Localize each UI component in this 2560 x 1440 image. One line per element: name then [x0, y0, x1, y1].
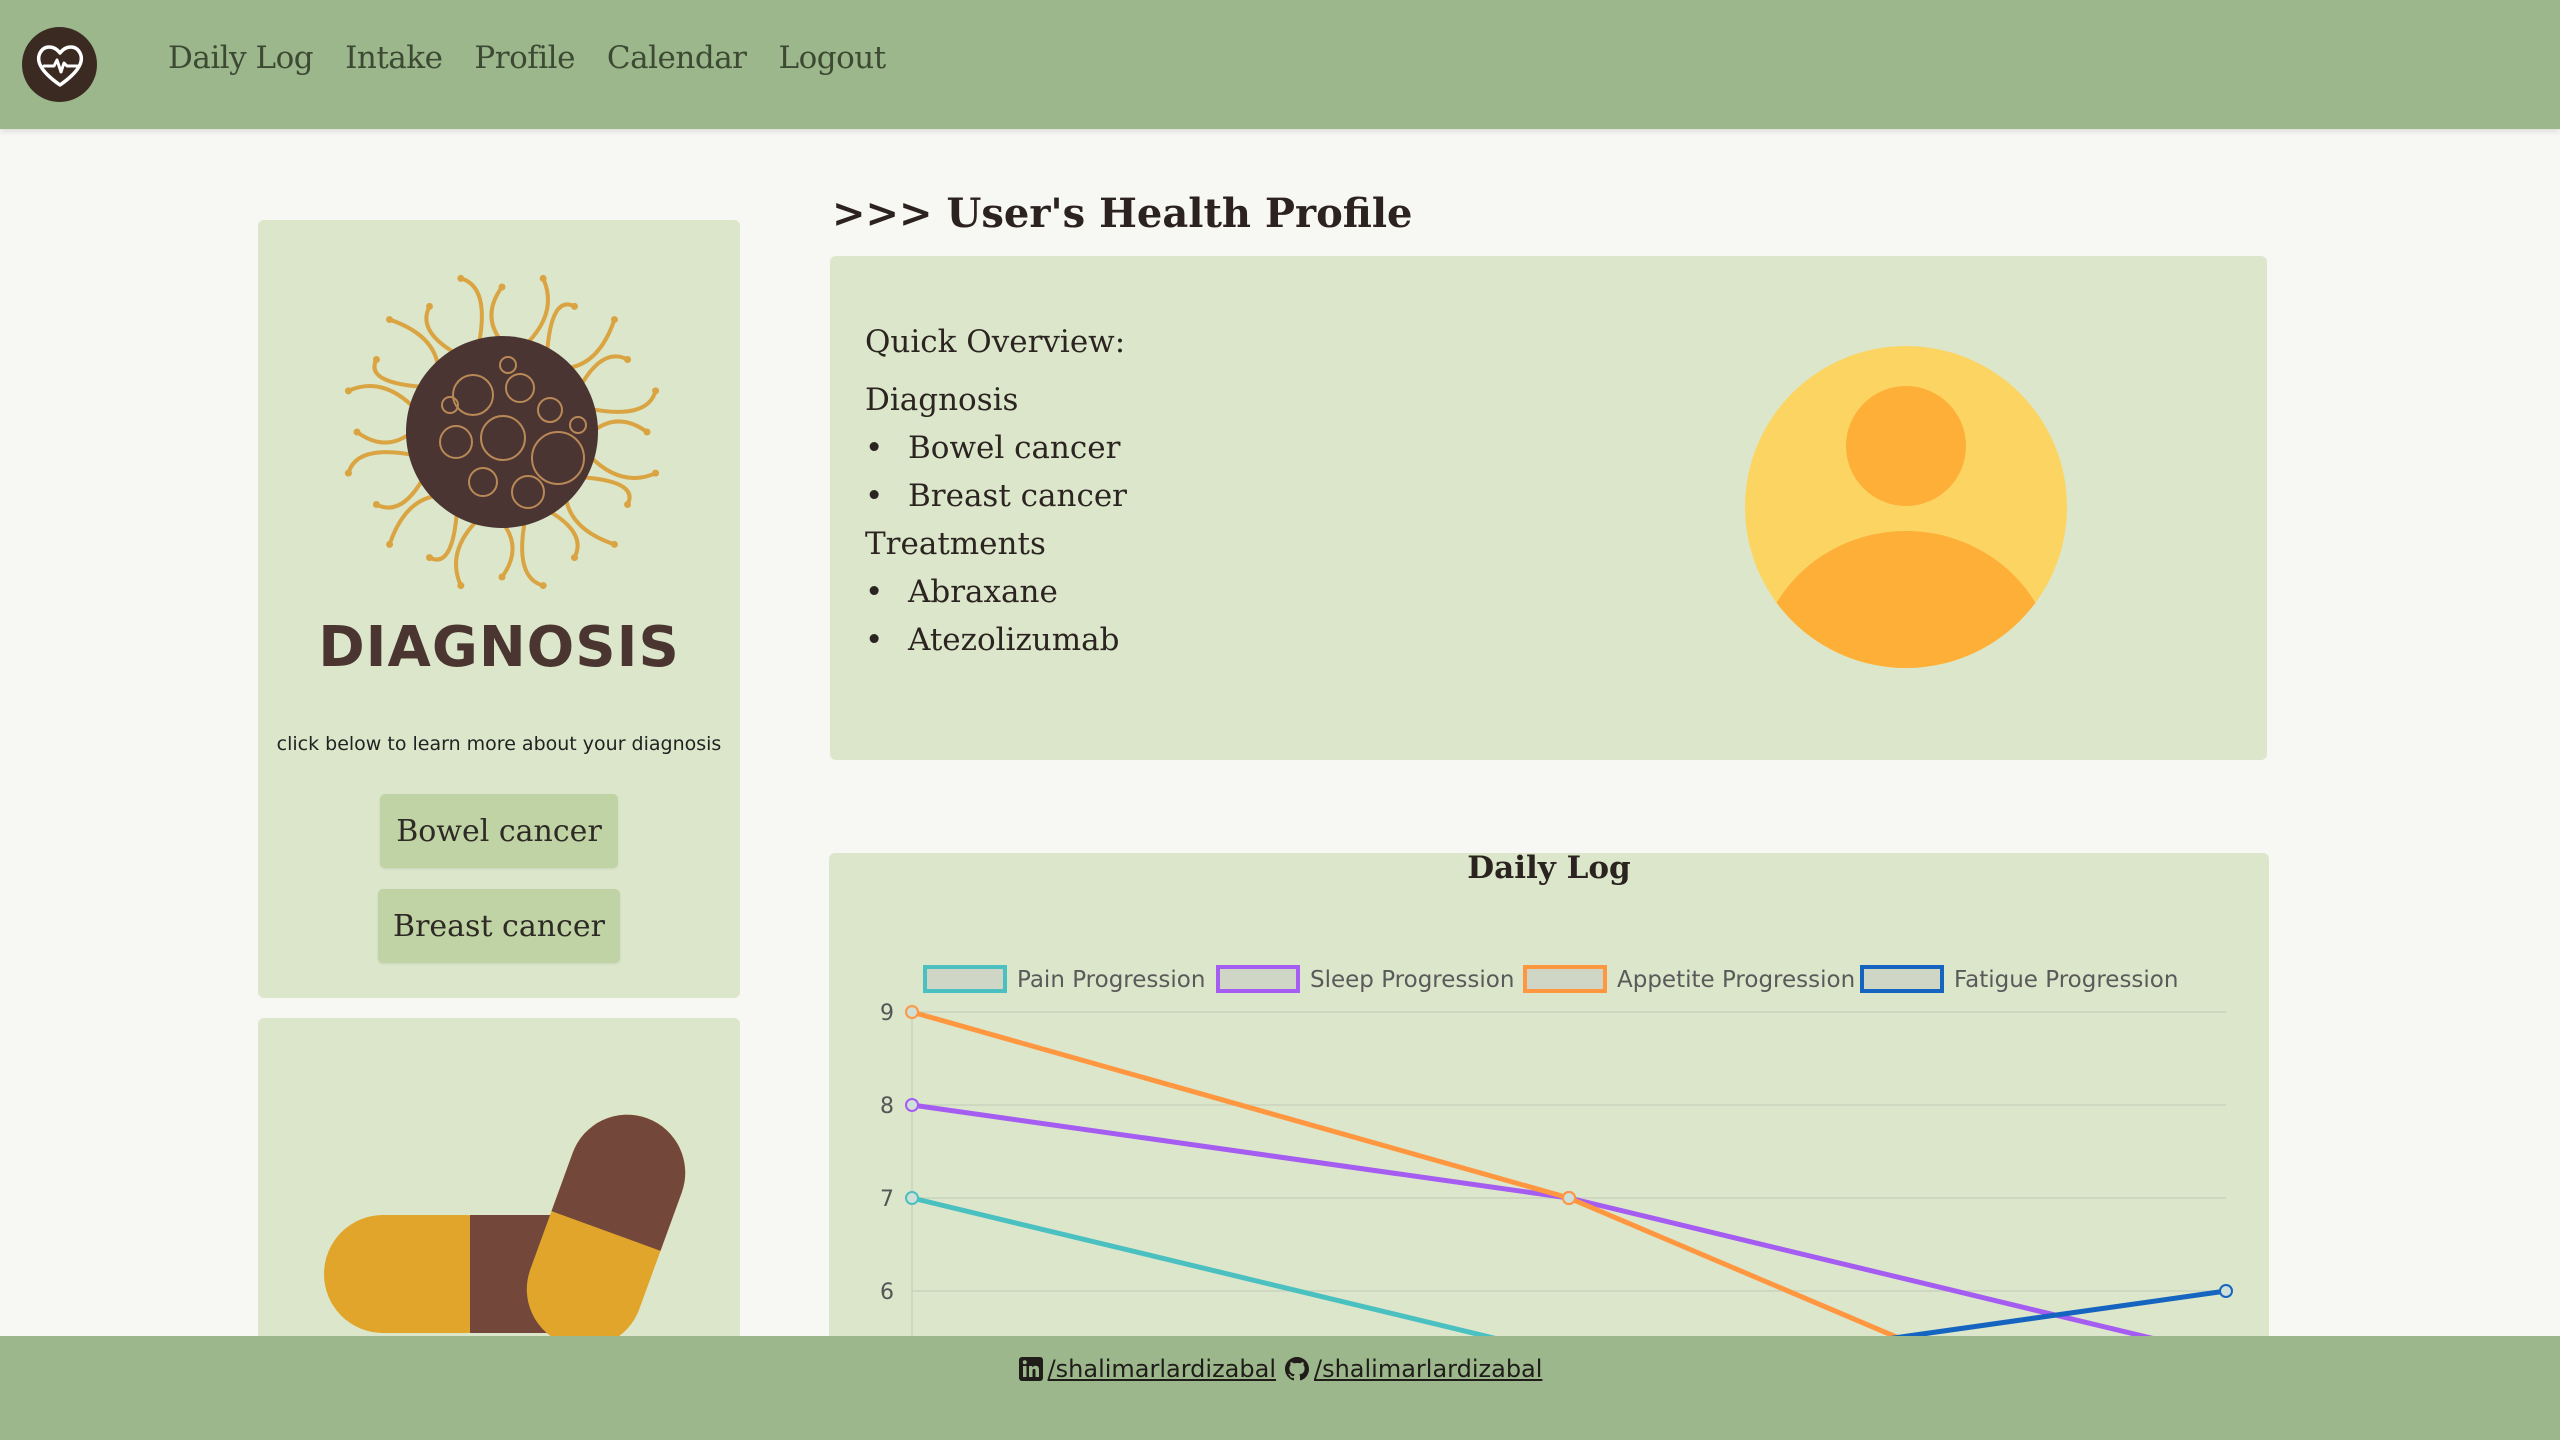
overview-card: Quick Overview: Diagnosis Bowel cancer B… [830, 256, 2267, 760]
virus-tendril [586, 453, 658, 480]
diagnosis-label: Diagnosis [865, 382, 1019, 418]
data-point [905, 1098, 919, 1112]
virus-tendril-tip [372, 356, 380, 363]
virus-tendril-tip [386, 540, 394, 548]
y-tick-label: 7 [880, 1187, 894, 1212]
virus-tendril-tip [372, 501, 380, 508]
virus-tendril [454, 516, 481, 588]
virus-tendril-tip [426, 302, 433, 310]
virus-tendril-tip [624, 501, 632, 508]
list-item: Breast cancer [865, 472, 1127, 520]
github-link-text: /shalimarlardizabal [1314, 1355, 1543, 1383]
linkedin-link[interactable]: /shalimarlardizabal [1018, 1355, 1276, 1383]
virus-tendril-tip [344, 469, 352, 477]
virus-tendril [387, 317, 441, 371]
bowel-cancer-button[interactable]: Bowel cancer [380, 794, 618, 868]
virus-tendril [458, 276, 484, 348]
linkedin-link-text: /shalimarlardizabal [1047, 1355, 1276, 1383]
virus-tendril-tip [571, 554, 578, 562]
list-item: Atezolizumab [865, 616, 1127, 664]
list-item: Bowel cancer [865, 424, 1127, 472]
virus-tendril [427, 507, 459, 562]
legend-label: Fatigue Progression [1954, 967, 2178, 993]
virus-tendril [387, 493, 441, 547]
treatments-list: Abraxane Atezolizumab [865, 568, 1127, 664]
virus-tendril-tip [652, 469, 660, 477]
virus-tendril [577, 475, 632, 507]
virus-tendril-tip [457, 274, 465, 282]
virus-tendril [346, 450, 418, 476]
virus-tendril-tip [539, 274, 547, 282]
virus-tendril-tip [426, 554, 433, 562]
virus-tendril [545, 302, 577, 357]
diagnosis-card: DIAGNOSIS click below to learn more abou… [258, 220, 740, 998]
nav-link-daily-log[interactable]: Daily Log [168, 40, 314, 76]
diagnosis-list: Bowel cancer Breast cancer [865, 424, 1127, 520]
virus-tendril-tip [539, 582, 547, 590]
nav-links: Daily Log Intake Profile Calendar Logout [168, 40, 886, 76]
overview-text: Quick Overview: Diagnosis Bowel cancer B… [865, 318, 1127, 664]
virus-tendril-tip [498, 573, 506, 581]
virus-tendril [500, 520, 515, 579]
virus-tendril [346, 384, 418, 411]
legend-swatch [923, 965, 1007, 993]
navbar: Daily Log Intake Profile Calendar Logout [0, 0, 2560, 129]
data-point [905, 1191, 919, 1205]
virus-tendril-tip [386, 316, 394, 324]
virus-tendril [489, 285, 504, 344]
virus-tendril [590, 419, 649, 434]
linkedin-icon [1018, 1357, 1043, 1381]
user-avatar-icon [1745, 346, 2067, 668]
list-item: Abraxane [865, 568, 1127, 616]
heart-pulse-icon[interactable] [22, 27, 97, 102]
overview-title: Quick Overview: [865, 324, 1126, 360]
virus-tendril-tip [344, 387, 352, 395]
legend-swatch [1860, 965, 1944, 993]
diagnosis-title: DIAGNOSIS [318, 615, 680, 680]
virus-tendril-tip [353, 428, 361, 436]
virus-tendril [355, 430, 414, 445]
data-point [905, 1005, 919, 1019]
nav-link-profile[interactable]: Profile [474, 40, 575, 76]
virus-tendril-tip [610, 540, 618, 548]
breast-cancer-button[interactable]: Breast cancer [378, 889, 620, 963]
legend-swatch [1523, 965, 1607, 993]
legend-swatch [1216, 965, 1300, 993]
virus-tendril [523, 276, 550, 348]
y-tick-label: 6 [880, 1280, 894, 1305]
footer: /shalimarlardizabal /shalimarlardizabal [0, 1336, 2560, 1440]
legend-label: Pain Progression [1017, 967, 1205, 993]
virus-tendril-tip [457, 582, 465, 590]
virus-tendril [372, 357, 427, 389]
legend-label: Sleep Progression [1310, 967, 1514, 993]
virus-tendril-tip [571, 302, 578, 310]
virus-tendril [520, 516, 546, 588]
treatments-label: Treatments [865, 526, 1046, 562]
page-title: >>> User's Health Profile [832, 190, 1413, 237]
nav-link-intake[interactable]: Intake [345, 40, 443, 76]
y-tick-label: 8 [880, 1094, 894, 1119]
virus-tendril-tip [643, 428, 651, 436]
virus-tendril [563, 317, 617, 371]
nav-link-calendar[interactable]: Calendar [607, 40, 747, 76]
virus-tendril-tip [610, 316, 618, 324]
virus-tendril [563, 493, 617, 547]
data-point [2219, 1284, 2233, 1298]
diagnosis-note: click below to learn more about your dia… [276, 733, 722, 755]
virus-tendril-tip [624, 356, 632, 363]
github-link[interactable]: /shalimarlardizabal [1284, 1355, 1542, 1383]
github-icon [1285, 1357, 1309, 1381]
virus-tendril [586, 388, 658, 414]
data-point [1562, 1191, 1576, 1205]
legend-label: Appetite Progression [1617, 967, 1855, 993]
nav-link-logout[interactable]: Logout [779, 40, 887, 76]
y-tick-label: 9 [880, 1001, 894, 1026]
virus-illustration [344, 274, 660, 590]
virus-tendril-tip [498, 283, 506, 291]
virus-tendril-tip [652, 387, 660, 395]
